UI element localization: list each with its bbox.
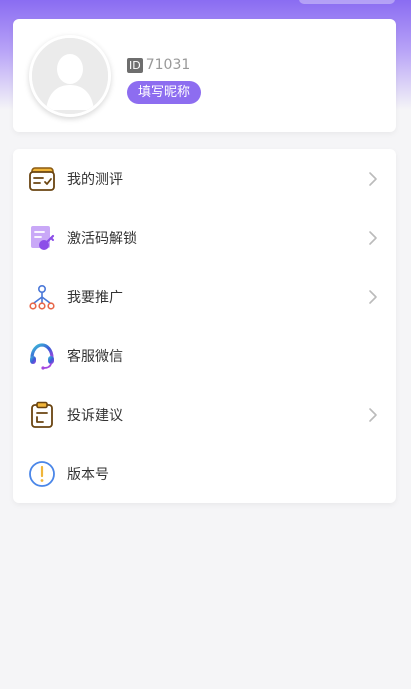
menu-item-label: 投诉建议	[67, 408, 123, 424]
avatar[interactable]	[29, 35, 111, 117]
menu-item-label: 激活码解锁	[67, 231, 137, 247]
user-id-row: ID 71031	[127, 56, 190, 74]
menu-list: 我的测评 激活码解锁 我要推广 客服微信 投诉建议 版本号	[13, 149, 396, 503]
chevron-right-icon	[369, 231, 377, 245]
promotion-network-icon	[28, 283, 56, 311]
chevron-right-icon	[369, 290, 377, 304]
menu-item-label: 客服微信	[67, 349, 123, 365]
chevron-right-icon	[369, 172, 377, 186]
profile-card: ID 71031 填写昵称	[13, 19, 396, 132]
headset-icon	[28, 342, 56, 370]
menu-item-promotion[interactable]: 我要推广	[13, 268, 396, 326]
menu-item-customer-service-wechat[interactable]: 客服微信	[13, 327, 396, 385]
my-profile-page: ID 71031 填写昵称 我的测评 激活码解锁 我要推广 客服微信 投诉建议 …	[0, 0, 411, 689]
menu-item-activation-code[interactable]: 激活码解锁	[13, 209, 396, 267]
default-avatar-icon	[32, 38, 108, 114]
menu-item-my-evaluation[interactable]: 我的测评	[13, 150, 396, 208]
activation-key-icon	[28, 224, 56, 252]
menu-item-label: 我要推广	[67, 290, 123, 306]
menu-item-label: 我的测评	[67, 172, 123, 188]
chevron-right-icon	[369, 408, 377, 422]
user-id-value: 71031	[145, 57, 191, 73]
info-circle-icon	[28, 460, 56, 488]
menu-item-version[interactable]: 版本号	[13, 445, 396, 503]
menu-item-label: 版本号	[67, 467, 109, 483]
clipboard-icon	[28, 401, 56, 429]
header-pill-decoration	[299, 0, 395, 4]
evaluation-card-icon	[28, 165, 56, 193]
menu-item-complaint-suggestion[interactable]: 投诉建议	[13, 386, 396, 444]
fill-nickname-button[interactable]: 填写昵称	[127, 81, 202, 104]
id-tag: ID	[127, 57, 143, 73]
